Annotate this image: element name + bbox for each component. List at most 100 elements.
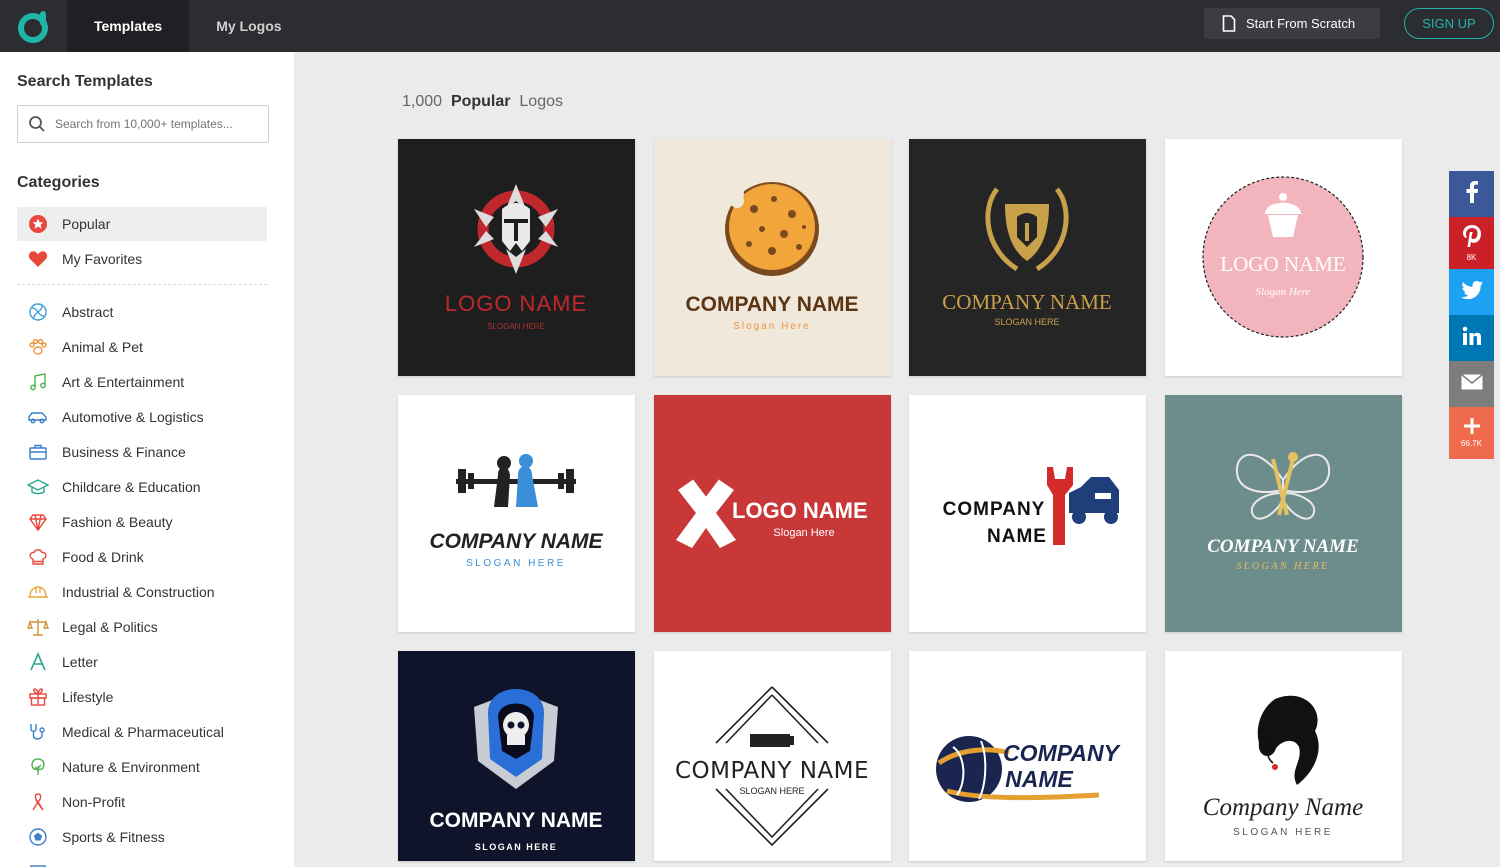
- logo-card-heart-x[interactable]: LOGO NAME Slogan Here: [654, 395, 891, 632]
- category-automotive-logistics[interactable]: Automotive & Logistics: [17, 400, 267, 434]
- logo-name-text: Company Name: [1203, 794, 1363, 821]
- start-from-scratch-button[interactable]: Start From Scratch: [1204, 8, 1380, 39]
- category-industrial-construction[interactable]: Industrial & Construction: [17, 575, 267, 609]
- category-label: Popular: [62, 216, 111, 232]
- logo-card-cupcake[interactable]: LOGO NAME Slogan Here: [1165, 139, 1402, 376]
- logo-name-text: COMPANY NAME: [685, 293, 858, 316]
- app-logo-icon: [17, 11, 48, 43]
- logo-card-usb-diamond[interactable]: COMPANY NAME SLOGAN HERE: [654, 651, 891, 861]
- logo-slogan-text: SLOGAN HERE: [466, 558, 566, 569]
- star-icon: [27, 213, 49, 235]
- email-icon: [1460, 373, 1483, 395]
- category-abstract[interactable]: Abstract: [17, 295, 267, 329]
- top-navbar: Templates My Logos Start From Scratch SI…: [0, 0, 1500, 52]
- logo-name2-text: NAME: [1005, 766, 1073, 792]
- category-label: Business & Finance: [62, 444, 186, 460]
- category-letter[interactable]: Letter: [17, 645, 267, 679]
- logo-card-fitness[interactable]: COMPANY NAME SLOGAN HERE: [398, 395, 635, 632]
- logo-card-cookie[interactable]: COMPANY NAME Slogan Here: [654, 139, 891, 376]
- logo-card-gold-shield[interactable]: COMPANY NAME SLOGAN HERE: [909, 139, 1146, 376]
- logo-slogan-text: Slogan Here: [1256, 286, 1311, 298]
- logo-name-text: LOGO NAME: [732, 498, 868, 523]
- linkedin-share-button[interactable]: [1449, 315, 1494, 361]
- paw-icon: [27, 336, 49, 358]
- category-label: Industrial & Construction: [62, 584, 215, 600]
- category-legal-politics[interactable]: Legal & Politics: [17, 610, 267, 644]
- heart-x-icon: LOGO NAME Slogan Here: [676, 478, 868, 548]
- results-filter: Popular: [450, 93, 511, 110]
- category-food-drink[interactable]: Food & Drink: [17, 540, 267, 574]
- cookie-icon: COMPANY NAME Slogan Here: [685, 182, 859, 332]
- logo-slogan-text: SLOGAN HERE: [475, 842, 558, 852]
- music-note-icon: [27, 371, 49, 393]
- twitter-share-button[interactable]: [1449, 269, 1494, 315]
- search-templates-title: Search Templates: [17, 73, 153, 90]
- results-heading: 1,000 Popular Logos: [402, 93, 563, 111]
- logo-card-woman[interactable]: Company Name SLOGAN HERE: [1165, 651, 1402, 861]
- logo-card-skull[interactable]: COMPANY NAME SLOGAN HERE: [398, 651, 635, 861]
- category-my-favorites[interactable]: My Favorites: [17, 242, 267, 276]
- tree-icon: [27, 756, 49, 778]
- category-label: Nature & Environment: [62, 759, 200, 775]
- category-fashion-beauty[interactable]: Fashion & Beauty: [17, 505, 267, 539]
- category-childcare-education[interactable]: Childcare & Education: [17, 470, 267, 504]
- pinterest-share-button[interactable]: 8K: [1449, 217, 1494, 269]
- logo-card-auto-wrench[interactable]: COMPANY NAME: [909, 395, 1146, 632]
- facebook-share-button[interactable]: [1449, 171, 1494, 217]
- category-nature-environment[interactable]: Nature & Environment: [17, 750, 267, 784]
- category-art-entertainment[interactable]: Art & Entertainment: [17, 365, 267, 399]
- logo-name-text: COMPANY NAME: [942, 290, 1111, 314]
- linkedin-icon: [1462, 326, 1482, 351]
- logo-slogan-text: SLOGAN HERE: [739, 786, 804, 796]
- category-business-finance[interactable]: Business & Finance: [17, 435, 267, 469]
- tab-my-logos[interactable]: My Logos: [189, 0, 308, 52]
- email-share-button[interactable]: [1449, 361, 1494, 407]
- chef-hat-icon: [27, 546, 49, 568]
- logo-slogan-text: Slogan Here: [773, 527, 834, 539]
- gift-icon: [27, 686, 49, 708]
- logo-name-text: COMPANY: [1003, 740, 1122, 766]
- plus-icon: [1463, 418, 1480, 439]
- category-more-partial[interactable]: [17, 855, 267, 867]
- logo-name-text: COMPANY: [943, 499, 1046, 520]
- logo-card-spartan[interactable]: LOGO NAME SLOGAN HERE: [398, 139, 635, 376]
- logo-slogan-text: SLOGAN HERE: [1233, 827, 1333, 838]
- abstract-icon: [27, 301, 49, 323]
- sidebar-divider: [17, 284, 267, 285]
- logo-name-text: COMPANY NAME: [429, 809, 602, 832]
- document-icon: [1222, 15, 1236, 32]
- sign-up-button[interactable]: SIGN UP: [1404, 8, 1494, 39]
- app-logo[interactable]: [0, 0, 67, 52]
- logo-name-text: COMPANY NAME: [429, 530, 603, 553]
- logo-card-butterfly[interactable]: COMPANY NAME SLOGAN HERE: [1165, 395, 1402, 632]
- category-sports-fitness[interactable]: Sports & Fitness: [17, 820, 267, 854]
- category-medical-pharmaceutical[interactable]: Medical & Pharmaceutical: [17, 715, 267, 749]
- tab-templates[interactable]: Templates: [67, 0, 190, 52]
- category-label: Sports & Fitness: [62, 829, 165, 845]
- category-label: Animal & Pet: [62, 339, 143, 355]
- logo-card-globe[interactable]: COMPANY NAME: [909, 651, 1146, 861]
- logo-slogan-text: SLOGAN HERE: [487, 322, 545, 331]
- category-non-profit[interactable]: Non-Profit: [17, 785, 267, 819]
- letter-a-icon: [27, 651, 49, 673]
- logo-name-text: LOGO NAME: [1220, 252, 1345, 276]
- search-icon: [29, 116, 45, 132]
- facebook-icon: [1465, 180, 1479, 208]
- category-animal-pet[interactable]: Animal & Pet: [17, 330, 267, 364]
- pinterest-icon: [1462, 224, 1482, 253]
- auto-wrench-icon: COMPANY NAME: [943, 467, 1119, 547]
- search-input[interactable]: [55, 117, 255, 131]
- logo-slogan-text: SLOGAN HERE: [994, 317, 1059, 327]
- category-label: Legal & Politics: [62, 619, 158, 635]
- category-lifestyle[interactable]: Lifestyle: [17, 680, 267, 714]
- twitter-icon: [1460, 280, 1483, 304]
- more-share-button[interactable]: 66.7K: [1449, 407, 1494, 459]
- stethoscope-icon: [27, 721, 49, 743]
- search-box[interactable]: [17, 105, 269, 143]
- globe-icon: COMPANY NAME: [936, 736, 1122, 802]
- category-label: My Favorites: [62, 251, 143, 267]
- category-popular[interactable]: Popular: [17, 207, 267, 241]
- category-label: Abstract: [62, 304, 114, 320]
- category-label: Letter: [62, 654, 98, 670]
- logo-slogan-text: SLOGAN HERE: [1236, 561, 1329, 572]
